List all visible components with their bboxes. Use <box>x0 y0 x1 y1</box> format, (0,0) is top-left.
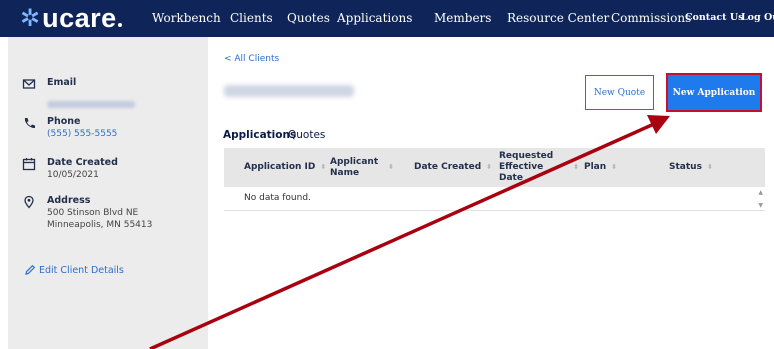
sort-icon: ⬍ <box>486 163 493 171</box>
sort-icon: ⬍ <box>706 163 713 171</box>
scroll-up-icon[interactable]: ▲ <box>758 189 763 196</box>
phone-value[interactable]: (555) 555-5555 <box>47 128 117 140</box>
address-line2: Minneapolis, MN 55413 <box>47 220 153 230</box>
col-application-id-label: Application ID <box>244 162 316 172</box>
col-plan[interactable]: Plan ⬍ <box>584 148 617 187</box>
edit-client-details-label: Edit Client Details <box>39 264 124 276</box>
col-applicant-name[interactable]: Applicant Name ⬍ <box>330 148 400 187</box>
col-status[interactable]: Status ⬍ <box>669 148 713 187</box>
snowflake-logo-icon: ✲ <box>20 4 41 32</box>
address-line1: 500 Stinson Blvd NE <box>47 208 139 218</box>
col-date-created[interactable]: Date Created ⬍ <box>414 148 492 187</box>
calendar-icon <box>22 158 36 171</box>
address-label: Address <box>47 195 91 206</box>
col-requested-effective-date[interactable]: Requested Effective Date ⬍ <box>499 148 579 187</box>
nav-quotes[interactable]: Quotes <box>287 11 330 25</box>
edit-client-details-link[interactable]: Edit Client Details <box>24 264 124 276</box>
logo-dot <box>117 23 122 27</box>
location-pin-icon <box>24 195 34 209</box>
sort-icon: ⬍ <box>573 163 579 171</box>
col-date-created-label: Date Created <box>414 162 482 172</box>
phone-icon <box>24 118 35 129</box>
table-header: Application ID ⬍ Applicant Name ⬍ Date Cre… <box>224 148 765 187</box>
new-application-button[interactable]: New Application <box>666 73 762 112</box>
all-clients-link[interactable]: < All Clients <box>224 54 279 64</box>
sort-icon: ⬍ <box>388 163 394 171</box>
email-value-redacted <box>47 101 135 108</box>
date-created-label: Date Created <box>47 157 118 168</box>
pencil-icon <box>25 264 36 275</box>
tab-applications[interactable]: Applications <box>223 129 296 141</box>
tab-quotes[interactable]: Quotes <box>288 129 325 141</box>
table-body: No data found. ▲ ▼ <box>224 187 765 211</box>
phone-label: Phone <box>47 116 81 127</box>
applications-table: Application ID ⬍ Applicant Name ⬍ Date Cre… <box>224 148 765 211</box>
col-status-label: Status <box>669 162 702 172</box>
nav-commissions[interactable]: Commissions <box>611 11 691 25</box>
logo-wordmark: ucare <box>42 3 117 33</box>
date-created-row: Date Created 10/05/2021 <box>22 157 118 181</box>
email-label: Email <box>47 77 77 88</box>
top-nav-bar: ✲ ucare Workbench Clients Quotes Applica… <box>0 0 774 37</box>
nav-members[interactable]: Members <box>434 11 491 25</box>
phone-row: Phone (555) 555-5555 <box>22 116 117 140</box>
main-content: < All Clients New Quote New Application … <box>208 37 774 349</box>
address-row: Address 500 Stinson Blvd NE Minneapolis,… <box>22 195 152 231</box>
col-application-id[interactable]: Application ID ⬍ <box>244 148 326 187</box>
client-sidebar: Email Phone (555) 555-5555 Date Created … <box>8 37 208 349</box>
sort-icon: ⬍ <box>320 163 327 171</box>
mail-icon <box>22 79 36 89</box>
nav-resource-center[interactable]: Resource Center <box>507 11 609 25</box>
nav-applications[interactable]: Applications <box>337 11 412 25</box>
nav-workbench[interactable]: Workbench <box>152 11 221 25</box>
scroll-down-icon[interactable]: ▼ <box>758 202 763 209</box>
no-data-message: No data found. <box>244 193 311 203</box>
sort-icon: ⬍ <box>611 163 618 171</box>
nav-clients[interactable]: Clients <box>230 11 273 25</box>
col-applicant-name-label: Applicant Name <box>330 156 379 178</box>
nav-log-out[interactable]: Log Out <box>741 12 774 23</box>
col-requested-effective-date-label: Requested Effective Date <box>499 151 554 183</box>
col-plan-label: Plan <box>584 162 607 172</box>
new-quote-button[interactable]: New Quote <box>585 75 654 110</box>
nav-contact-us[interactable]: Contact Us <box>685 12 743 23</box>
email-row: Email <box>22 77 135 112</box>
client-name-redacted <box>224 85 354 97</box>
date-created-value: 10/05/2021 <box>47 170 99 180</box>
ucare-logo[interactable]: ✲ ucare <box>20 3 122 33</box>
